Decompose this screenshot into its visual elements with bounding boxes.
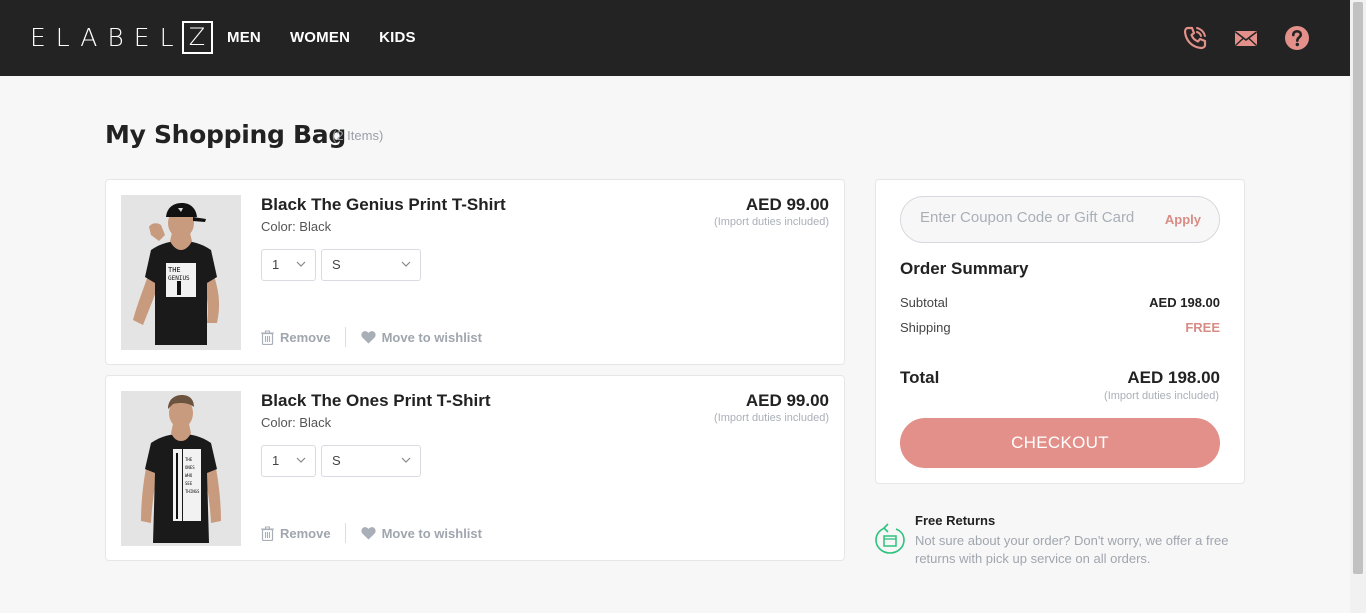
chevron-down-icon: [401, 457, 411, 463]
quantity-value: 1: [272, 453, 280, 468]
nav-kids[interactable]: KIDS: [379, 29, 416, 46]
trash-icon: [261, 329, 274, 345]
product-name[interactable]: Black The Ones Print T-Shirt: [261, 391, 491, 411]
free-returns-text: Not sure about your order? Don't worry, …: [915, 533, 1229, 566]
header-actions: [1182, 25, 1310, 51]
mail-icon[interactable]: [1233, 25, 1259, 51]
logo-boxed-letter: Z: [181, 21, 213, 54]
free-returns-title: Free Returns: [915, 513, 996, 528]
return-box-icon: [875, 523, 905, 554]
phone-icon[interactable]: [1182, 25, 1208, 51]
product-color: Color: Black: [261, 415, 332, 430]
product-name[interactable]: Black The Genius Print T-Shirt: [261, 195, 506, 215]
svg-text:GENIUS: GENIUS: [168, 275, 190, 282]
site-logo[interactable]: ELABEL Z: [30, 20, 213, 55]
total-row: Total AED 198.00: [900, 368, 1220, 388]
top-navigation-bar: ELABEL Z MEN WOMEN KIDS: [0, 0, 1350, 76]
remove-label: Remove: [280, 329, 331, 345]
heart-icon: [360, 526, 376, 539]
size-value: S: [332, 257, 341, 272]
cart-item: THE ONES WHO SEE THINGS Black The Ones P…: [105, 375, 845, 561]
coupon-field: Apply: [900, 196, 1220, 243]
page-scrollbar[interactable]: [1350, 0, 1366, 613]
product-image[interactable]: THE ONES WHO SEE THINGS: [121, 391, 241, 546]
page-title: My Shopping Bag: [105, 120, 346, 149]
total-value: AED 198.00: [1127, 368, 1220, 387]
main-nav: MEN WOMEN KIDS: [227, 29, 445, 46]
svg-text:SEE: SEE: [185, 481, 193, 486]
chevron-down-icon: [296, 457, 306, 463]
nav-women[interactable]: WOMEN: [290, 29, 350, 46]
svg-text:ONES: ONES: [185, 465, 195, 470]
subtotal-label: Subtotal: [900, 295, 948, 310]
remove-button[interactable]: Remove: [261, 330, 331, 345]
svg-text:THINGS: THINGS: [185, 489, 200, 494]
move-to-wishlist-button[interactable]: Move to wishlist: [360, 329, 482, 345]
product-image[interactable]: THE GENIUS: [121, 195, 241, 350]
order-summary-title: Order Summary: [900, 259, 1029, 278]
product-color: Color: Black: [261, 219, 332, 234]
price-duties-note: (Import duties included): [714, 412, 829, 424]
shipping-label: Shipping: [900, 320, 951, 335]
actions-divider: [344, 523, 346, 543]
size-select[interactable]: S: [321, 445, 421, 477]
chevron-down-icon: [296, 261, 306, 267]
item-count: (2 Items): [332, 128, 384, 143]
order-summary-panel: Apply Order Summary Subtotal AED 198.00 …: [875, 179, 1245, 484]
size-select[interactable]: S: [321, 249, 421, 281]
item-actions: Remove Move to wishlist: [261, 327, 482, 347]
product-price: AED 99.00: [745, 195, 829, 214]
subtotal-row: Subtotal AED 198.00: [900, 295, 1220, 310]
apply-coupon-button[interactable]: Apply: [1165, 212, 1201, 227]
total-label: Total: [900, 368, 940, 387]
quantity-value: 1: [272, 257, 280, 272]
logo-text: ELABEL: [30, 23, 184, 52]
item-actions: Remove Move to wishlist: [261, 523, 482, 543]
coupon-input[interactable]: [920, 209, 1150, 226]
actions-divider: [344, 327, 346, 347]
checkout-button[interactable]: CHECKOUT: [900, 418, 1220, 468]
total-duties-note: (Import duties included): [1104, 390, 1219, 402]
quantity-select[interactable]: 1: [261, 249, 316, 281]
wishlist-label: Move to wishlist: [381, 525, 482, 541]
svg-text:THE: THE: [185, 457, 193, 462]
product-price: AED 99.00: [745, 391, 829, 410]
trash-icon: [261, 525, 274, 541]
svg-text:WHO: WHO: [185, 473, 193, 478]
remove-button[interactable]: Remove: [261, 526, 331, 541]
price-duties-note: (Import duties included): [714, 216, 829, 228]
shipping-value: FREE: [1185, 320, 1220, 335]
svg-text:THE: THE: [168, 266, 181, 274]
help-icon[interactable]: [1284, 25, 1310, 51]
shipping-row: Shipping FREE: [900, 320, 1220, 335]
move-to-wishlist-button[interactable]: Move to wishlist: [360, 525, 482, 541]
nav-men[interactable]: MEN: [227, 29, 261, 46]
quantity-select[interactable]: 1: [261, 445, 316, 477]
remove-label: Remove: [280, 525, 331, 541]
subtotal-value: AED 198.00: [1149, 295, 1220, 310]
chevron-down-icon: [401, 261, 411, 267]
scrollbar-thumb[interactable]: [1353, 2, 1363, 574]
size-value: S: [332, 453, 341, 468]
wishlist-label: Move to wishlist: [381, 329, 482, 345]
cart-item: THE GENIUS Black The Genius Print T-Shir…: [105, 179, 845, 365]
heart-icon: [360, 330, 376, 343]
